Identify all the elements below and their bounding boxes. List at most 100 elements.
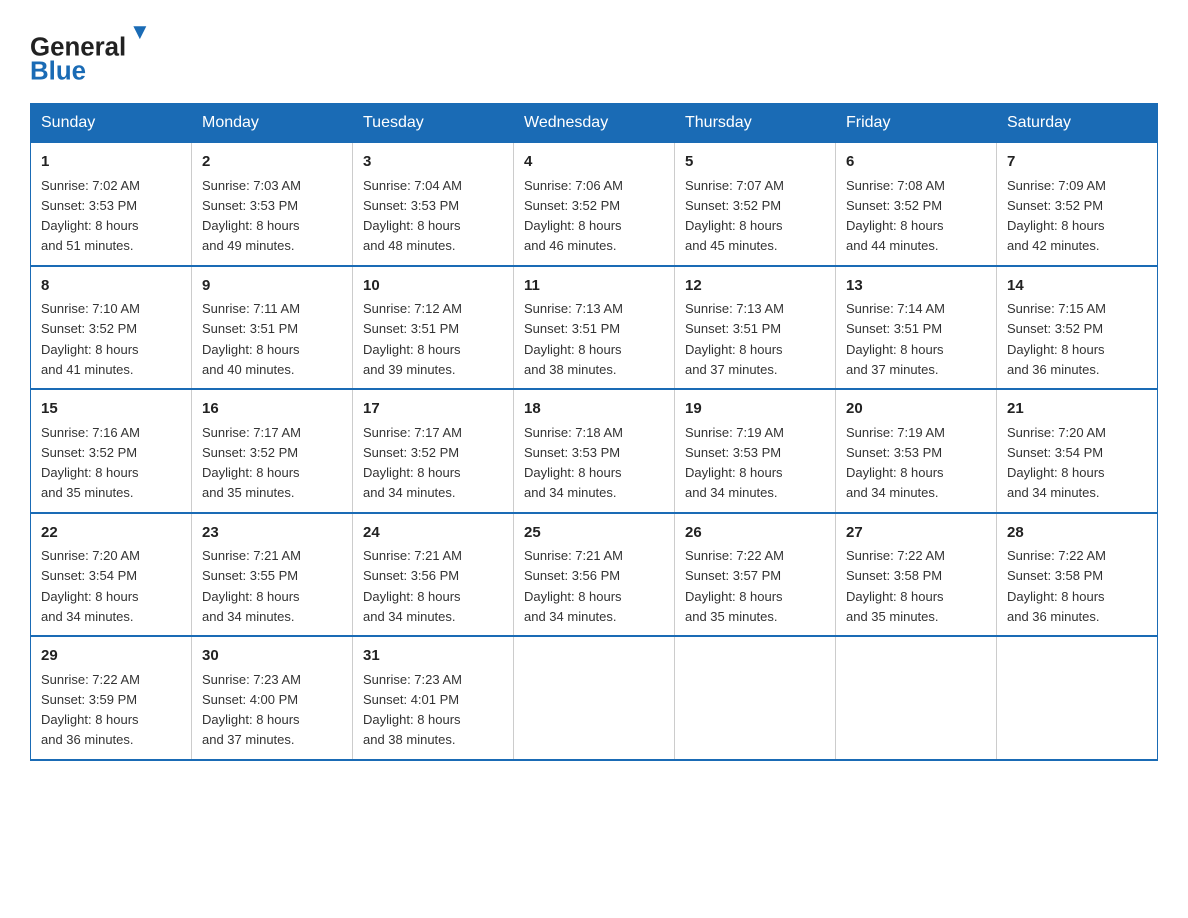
header-sunday: Sunday [31, 104, 192, 143]
day-number: 7 [1007, 151, 1147, 174]
day-number: 21 [1007, 398, 1147, 421]
day-cell: 14 Sunrise: 7:15 AMSunset: 3:52 PMDayligh… [997, 266, 1158, 390]
day-info: Sunrise: 7:14 AMSunset: 3:51 PMDaylight:… [846, 301, 945, 377]
day-info: Sunrise: 7:09 AMSunset: 3:52 PMDaylight:… [1007, 178, 1106, 254]
week-row-3: 15Sunrise: 7:16 AMSunset: 3:52 PMDayligh… [31, 389, 1158, 513]
day-number: 18 [524, 398, 664, 421]
day-cell: 23 Sunrise: 7:21 AMSunset: 3:55 PMDayligh… [192, 513, 353, 637]
day-cell: 28 Sunrise: 7:22 AMSunset: 3:58 PMDayligh… [997, 513, 1158, 637]
day-number: 30 [202, 645, 342, 668]
day-number: 16 [202, 398, 342, 421]
day-number: 31 [363, 645, 503, 668]
day-info: Sunrise: 7:10 AMSunset: 3:52 PMDaylight:… [41, 301, 140, 377]
day-info: Sunrise: 7:23 AMSunset: 4:00 PMDaylight:… [202, 672, 301, 748]
day-cell: 16Sunrise: 7:17 AMSunset: 3:52 PMDayligh… [192, 389, 353, 513]
day-info: Sunrise: 7:02 AMSunset: 3:53 PMDaylight:… [41, 178, 140, 254]
day-info: Sunrise: 7:21 AMSunset: 3:56 PMDaylight:… [524, 548, 623, 624]
day-cell: 3 Sunrise: 7:04 AMSunset: 3:53 PMDaylight… [353, 143, 514, 266]
day-cell [836, 636, 997, 760]
day-number: 4 [524, 151, 664, 174]
day-info: Sunrise: 7:22 AMSunset: 3:58 PMDaylight:… [846, 548, 945, 624]
logo: General Blue [30, 20, 150, 85]
day-info: Sunrise: 7:17 AMSunset: 3:52 PMDaylight:… [363, 425, 462, 501]
day-number: 22 [41, 522, 181, 545]
day-info: Sunrise: 7:06 AMSunset: 3:52 PMDaylight:… [524, 178, 623, 254]
day-info: Sunrise: 7:13 AMSunset: 3:51 PMDaylight:… [524, 301, 623, 377]
day-number: 26 [685, 522, 825, 545]
day-number: 23 [202, 522, 342, 545]
day-number: 6 [846, 151, 986, 174]
day-info: Sunrise: 7:13 AMSunset: 3:51 PMDaylight:… [685, 301, 784, 377]
day-info: Sunrise: 7:20 AMSunset: 3:54 PMDaylight:… [41, 548, 140, 624]
day-cell: 5Sunrise: 7:07 AMSunset: 3:52 PMDaylight… [675, 143, 836, 266]
day-cell: 9 Sunrise: 7:11 AMSunset: 3:51 PMDaylight… [192, 266, 353, 390]
day-info: Sunrise: 7:21 AMSunset: 3:56 PMDaylight:… [363, 548, 462, 624]
header-thursday: Thursday [675, 104, 836, 143]
day-cell: 29 Sunrise: 7:22 AMSunset: 3:59 PMDayligh… [31, 636, 192, 760]
header-wednesday: Wednesday [514, 104, 675, 143]
day-cell: 8 Sunrise: 7:10 AMSunset: 3:52 PMDaylight… [31, 266, 192, 390]
day-number: 11 [524, 275, 664, 298]
day-info: Sunrise: 7:22 AMSunset: 3:57 PMDaylight:… [685, 548, 784, 624]
day-number: 29 [41, 645, 181, 668]
header-saturday: Saturday [997, 104, 1158, 143]
calendar-header: SundayMondayTuesdayWednesdayThursdayFrid… [31, 104, 1158, 143]
day-info: Sunrise: 7:18 AMSunset: 3:53 PMDaylight:… [524, 425, 623, 501]
day-info: Sunrise: 7:19 AMSunset: 3:53 PMDaylight:… [685, 425, 784, 501]
day-cell: 24 Sunrise: 7:21 AMSunset: 3:56 PMDayligh… [353, 513, 514, 637]
calendar-table: SundayMondayTuesdayWednesdayThursdayFrid… [30, 103, 1158, 761]
page-header: General Blue [30, 20, 1158, 85]
header-tuesday: Tuesday [353, 104, 514, 143]
day-cell: 22 Sunrise: 7:20 AMSunset: 3:54 PMDayligh… [31, 513, 192, 637]
day-info: Sunrise: 7:21 AMSunset: 3:55 PMDaylight:… [202, 548, 301, 624]
day-cell: 10 Sunrise: 7:12 AMSunset: 3:51 PMDayligh… [353, 266, 514, 390]
day-number: 25 [524, 522, 664, 545]
day-number: 13 [846, 275, 986, 298]
day-info: Sunrise: 7:03 AMSunset: 3:53 PMDaylight:… [202, 178, 301, 254]
day-info: Sunrise: 7:23 AMSunset: 4:01 PMDaylight:… [363, 672, 462, 748]
svg-text:Blue: Blue [30, 58, 86, 85]
week-row-4: 22 Sunrise: 7:20 AMSunset: 3:54 PMDayligh… [31, 513, 1158, 637]
day-number: 8 [41, 275, 181, 298]
day-cell [997, 636, 1158, 760]
day-info: Sunrise: 7:22 AMSunset: 3:59 PMDaylight:… [41, 672, 140, 748]
day-cell: 6 Sunrise: 7:08 AMSunset: 3:52 PMDaylight… [836, 143, 997, 266]
day-info: Sunrise: 7:20 AMSunset: 3:54 PMDaylight:… [1007, 425, 1106, 501]
header-friday: Friday [836, 104, 997, 143]
day-cell: 18 Sunrise: 7:18 AMSunset: 3:53 PMDayligh… [514, 389, 675, 513]
day-info: Sunrise: 7:04 AMSunset: 3:53 PMDaylight:… [363, 178, 462, 254]
day-cell: 17 Sunrise: 7:17 AMSunset: 3:52 PMDayligh… [353, 389, 514, 513]
day-cell [675, 636, 836, 760]
day-cell: 31 Sunrise: 7:23 AMSunset: 4:01 PMDayligh… [353, 636, 514, 760]
week-row-1: 1 Sunrise: 7:02 AMSunset: 3:53 PMDaylight… [31, 143, 1158, 266]
day-cell: 30 Sunrise: 7:23 AMSunset: 4:00 PMDayligh… [192, 636, 353, 760]
day-number: 20 [846, 398, 986, 421]
day-info: Sunrise: 7:08 AMSunset: 3:52 PMDaylight:… [846, 178, 945, 254]
day-cell: 26 Sunrise: 7:22 AMSunset: 3:57 PMDayligh… [675, 513, 836, 637]
day-cell: 4 Sunrise: 7:06 AMSunset: 3:52 PMDaylight… [514, 143, 675, 266]
calendar-body: 1 Sunrise: 7:02 AMSunset: 3:53 PMDaylight… [31, 143, 1158, 760]
day-number: 24 [363, 522, 503, 545]
day-info: Sunrise: 7:22 AMSunset: 3:58 PMDaylight:… [1007, 548, 1106, 624]
day-info: Sunrise: 7:11 AMSunset: 3:51 PMDaylight:… [202, 301, 300, 377]
day-number: 1 [41, 151, 181, 174]
day-number: 3 [363, 151, 503, 174]
day-cell: 11 Sunrise: 7:13 AMSunset: 3:51 PMDayligh… [514, 266, 675, 390]
day-number: 9 [202, 275, 342, 298]
header-monday: Monday [192, 104, 353, 143]
day-number: 17 [363, 398, 503, 421]
day-number: 19 [685, 398, 825, 421]
day-number: 28 [1007, 522, 1147, 545]
day-info: Sunrise: 7:15 AMSunset: 3:52 PMDaylight:… [1007, 301, 1106, 377]
day-number: 10 [363, 275, 503, 298]
day-cell: 13 Sunrise: 7:14 AMSunset: 3:51 PMDayligh… [836, 266, 997, 390]
day-number: 14 [1007, 275, 1147, 298]
header-row: SundayMondayTuesdayWednesdayThursdayFrid… [31, 104, 1158, 143]
day-cell: 19 Sunrise: 7:19 AMSunset: 3:53 PMDayligh… [675, 389, 836, 513]
day-cell: 2Sunrise: 7:03 AMSunset: 3:53 PMDaylight… [192, 143, 353, 266]
day-info: Sunrise: 7:19 AMSunset: 3:53 PMDaylight:… [846, 425, 945, 501]
day-info: Sunrise: 7:12 AMSunset: 3:51 PMDaylight:… [363, 301, 462, 377]
day-cell: 20 Sunrise: 7:19 AMSunset: 3:53 PMDayligh… [836, 389, 997, 513]
day-cell: 12Sunrise: 7:13 AMSunset: 3:51 PMDayligh… [675, 266, 836, 390]
day-cell [514, 636, 675, 760]
